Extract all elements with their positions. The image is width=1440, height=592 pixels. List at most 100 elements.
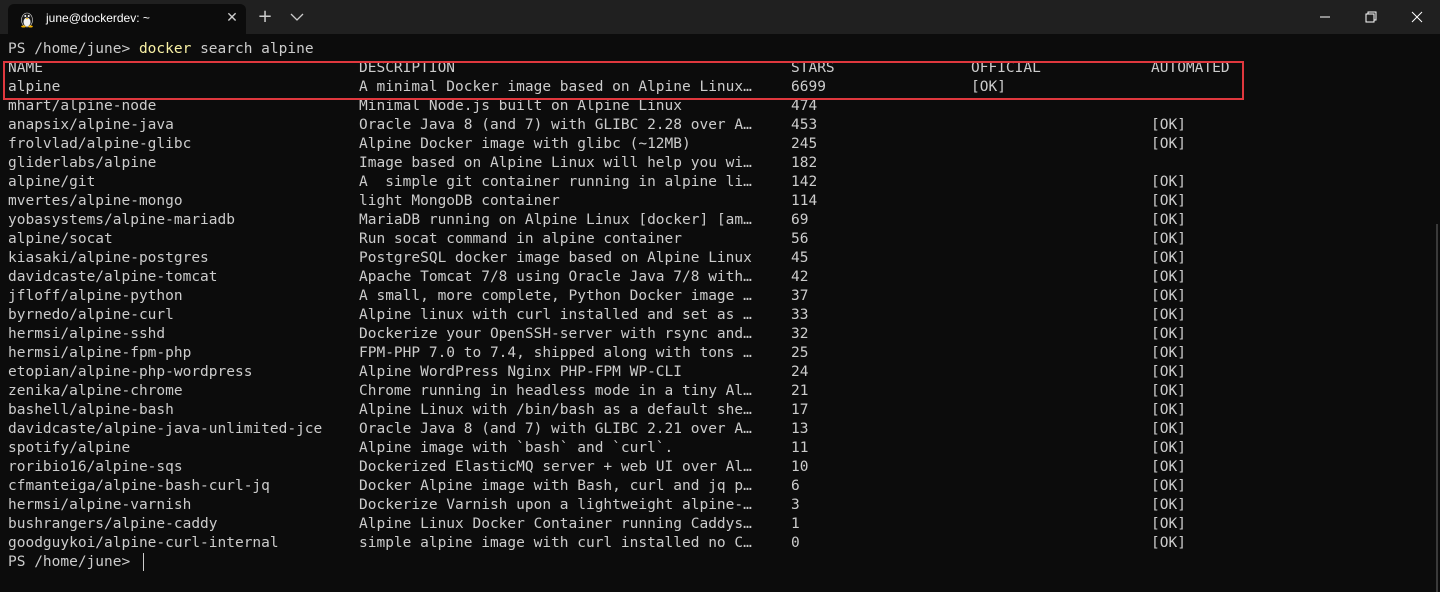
row-name: cfmanteiga/alpine-bash-curl-jq: [8, 478, 270, 494]
row-description: light MongoDB container: [359, 193, 560, 209]
row-description: PostgreSQL docker image based on Alpine …: [359, 250, 752, 266]
terminal-tab[interactable]: june@dockerdev: ~ ✕: [8, 4, 246, 34]
row-stars: 42: [791, 269, 809, 285]
row-automated: [OK]: [1151, 288, 1186, 304]
row-name: alpine/git: [8, 174, 96, 190]
close-tab-icon[interactable]: ✕: [224, 10, 240, 26]
row-name: roribio16/alpine-sqs: [8, 459, 183, 475]
row-name: jfloff/alpine-python: [8, 288, 183, 304]
row-automated: [OK]: [1151, 535, 1186, 551]
row-automated: [OK]: [1151, 345, 1186, 361]
row-description: Alpine Linux Docker Container running Ca…: [359, 516, 752, 532]
close-icon: [1411, 11, 1423, 23]
row-automated: [OK]: [1151, 307, 1186, 323]
row-stars: 45: [791, 250, 809, 266]
row-stars: 6: [791, 478, 800, 494]
row-stars: 69: [791, 212, 809, 228]
row-automated: [OK]: [1151, 117, 1186, 133]
highlight-box: [3, 61, 1244, 100]
row-name: gliderlabs/alpine: [8, 155, 157, 171]
row-name: anapsix/alpine-java: [8, 117, 174, 133]
restore-icon: [1365, 11, 1377, 23]
row-stars: 3: [791, 497, 800, 513]
new-tab-button[interactable]: +: [254, 6, 276, 28]
row-stars: 17: [791, 402, 809, 418]
row-stars: 453: [791, 117, 818, 133]
row-stars: 25: [791, 345, 809, 361]
final-prompt: PS /home/june>: [8, 554, 139, 570]
row-name: spotify/alpine: [8, 440, 131, 456]
row-description: Image based on Alpine Linux will help yo…: [359, 155, 752, 171]
maximize-button[interactable]: [1348, 0, 1394, 34]
row-automated: [OK]: [1151, 269, 1186, 285]
row-stars: 142: [791, 174, 818, 190]
row-name: hermsi/alpine-sshd: [8, 326, 166, 342]
row-name: bushrangers/alpine-caddy: [8, 516, 218, 532]
row-automated: [OK]: [1151, 478, 1186, 494]
row-stars: 56: [791, 231, 809, 247]
row-stars: 10: [791, 459, 809, 475]
row-name: etopian/alpine-php-wordpress: [8, 364, 253, 380]
row-stars: 182: [791, 155, 818, 171]
linux-penguin-icon: [21, 12, 33, 28]
row-automated: [OK]: [1151, 383, 1186, 399]
row-automated: [OK]: [1151, 326, 1186, 342]
row-stars: 33: [791, 307, 809, 323]
prompt-text: PS /home/june>: [8, 41, 139, 57]
row-automated: [OK]: [1151, 250, 1186, 266]
row-stars: 245: [791, 136, 818, 152]
row-automated: [OK]: [1151, 440, 1186, 456]
row-name: mvertes/alpine-mongo: [8, 193, 183, 209]
row-description: Oracle Java 8 (and 7) with GLIBC 2.28 ov…: [359, 117, 752, 133]
row-description: Alpine WordPress Nginx PHP-FPM WP-CLI: [359, 364, 683, 380]
terminal-output[interactable]: PS /home/june> docker search alpine NAME…: [0, 34, 1440, 592]
row-description: Apache Tomcat 7/8 using Oracle Java 7/8 …: [359, 269, 752, 285]
row-stars: 24: [791, 364, 809, 380]
scrollbar[interactable]: [1436, 224, 1438, 592]
row-name: hermsi/alpine-fpm-php: [8, 345, 192, 361]
row-automated: [OK]: [1151, 136, 1186, 152]
row-name: frolvlad/alpine-glibc: [8, 136, 192, 152]
row-description: FPM-PHP 7.0 to 7.4, shipped along with t…: [359, 345, 752, 361]
minimize-button[interactable]: [1302, 0, 1348, 34]
row-description: Alpine Linux with /bin/bash as a default…: [359, 402, 752, 418]
row-description: A small, more complete, Python Docker im…: [359, 288, 752, 304]
row-automated: [OK]: [1151, 231, 1186, 247]
row-name: davidcaste/alpine-java-unlimited-jce: [8, 421, 323, 437]
row-name: davidcaste/alpine-tomcat: [8, 269, 218, 285]
close-window-button[interactable]: [1394, 0, 1440, 34]
row-automated: [OK]: [1151, 497, 1186, 513]
row-description: Alpine Docker image with glibc (~12MB): [359, 136, 691, 152]
row-name: yobasystems/alpine-mariadb: [8, 212, 235, 228]
command-line: PS /home/june> docker search alpine: [8, 40, 314, 59]
row-description: simple alpine image with curl installed …: [359, 535, 752, 551]
row-stars: 11: [791, 440, 809, 456]
row-automated: [OK]: [1151, 459, 1186, 475]
row-automated: [OK]: [1151, 212, 1186, 228]
command-keyword: docker: [138, 41, 192, 57]
row-name: kiasaki/alpine-postgres: [8, 250, 209, 266]
row-stars: 32: [791, 326, 809, 342]
row-description: A simple git container running in alpine…: [359, 174, 752, 190]
row-description: Dockerize Varnish upon a lightweight alp…: [359, 497, 752, 513]
row-description: Alpine image with `bash` and `curl`.: [359, 440, 674, 456]
row-description: Oracle Java 8 (and 7) with GLIBC 2.21 ov…: [359, 421, 752, 437]
row-name: goodguykoi/alpine-curl-internal: [8, 535, 279, 551]
row-name: hermsi/alpine-varnish: [8, 497, 192, 513]
tab-title: june@dockerdev: ~: [46, 11, 150, 25]
text-cursor: [143, 553, 144, 571]
row-stars: 114: [791, 193, 818, 209]
row-stars: 13: [791, 421, 809, 437]
tab-dropdown-button[interactable]: [286, 6, 308, 28]
command-args: search alpine: [191, 41, 314, 57]
row-description: Chrome running in headless mode in a tin…: [359, 383, 752, 399]
row-automated: [OK]: [1151, 364, 1186, 380]
row-automated: [OK]: [1151, 516, 1186, 532]
row-stars: 21: [791, 383, 809, 399]
chevron-down-icon: [290, 13, 304, 21]
row-automated: [OK]: [1151, 174, 1186, 190]
minimize-icon: [1320, 16, 1330, 18]
row-name: alpine/socat: [8, 231, 113, 247]
row-description: MariaDB running on Alpine Linux [docker]…: [359, 212, 752, 228]
row-stars: 37: [791, 288, 809, 304]
